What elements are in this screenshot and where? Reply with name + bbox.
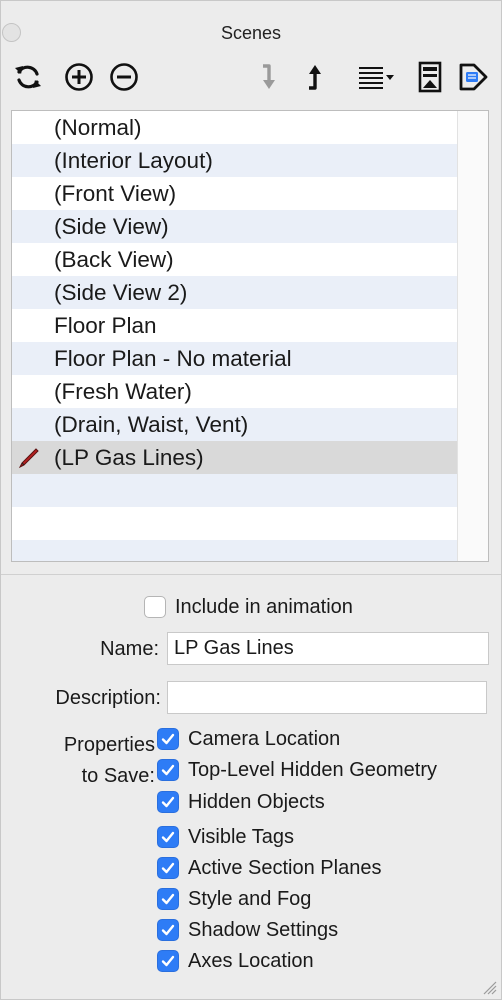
name-label: Name: bbox=[100, 638, 159, 660]
properties-label-line2: to Save: bbox=[81, 765, 155, 787]
checkbox-checked[interactable] bbox=[157, 888, 179, 910]
scene-item[interactable]: (Side View) bbox=[12, 210, 458, 243]
show-details-button[interactable] bbox=[413, 57, 447, 97]
camera-location-checkbox[interactable]: Camera Location bbox=[157, 727, 340, 751]
style-and-fog-label: Style and Fog bbox=[188, 888, 312, 910]
scene-item[interactable]: (Fresh Water) bbox=[12, 375, 458, 408]
active-section-planes-checkbox[interactable]: Active Section Planes bbox=[157, 856, 381, 880]
scene-item-label: (Side View 2) bbox=[54, 280, 188, 305]
scene-item-label: (Fresh Water) bbox=[54, 379, 192, 404]
hidden-objects-checkbox[interactable]: Hidden Objects bbox=[157, 790, 325, 814]
scenes-panel: Scenes (Normal) (Interior Layout) (Front… bbox=[0, 0, 502, 1000]
checkbox-checked[interactable] bbox=[157, 919, 179, 941]
checkmark-icon bbox=[161, 764, 175, 776]
scene-item[interactable]: (Drain, Waist, Vent) bbox=[12, 408, 458, 441]
include-animation-box[interactable] bbox=[144, 596, 166, 618]
scene-item-label: (Back View) bbox=[54, 247, 174, 272]
scene-item-label: (Front View) bbox=[54, 181, 177, 206]
description-field[interactable] bbox=[167, 681, 487, 714]
checkbox-checked[interactable] bbox=[157, 759, 179, 781]
remove-scene-button[interactable] bbox=[107, 57, 141, 97]
scene-item[interactable]: (Back View) bbox=[12, 243, 458, 276]
list-view-icon bbox=[359, 67, 394, 89]
scene-item-selected[interactable]: (LP Gas Lines) bbox=[12, 441, 458, 474]
scene-item[interactable]: (Normal) bbox=[12, 111, 458, 144]
toolbar bbox=[1, 57, 501, 101]
active-section-planes-label: Active Section Planes bbox=[188, 857, 382, 879]
shadow-settings-checkbox[interactable]: Shadow Settings bbox=[157, 918, 338, 942]
remove-icon bbox=[110, 63, 138, 91]
scene-item[interactable]: (Interior Layout) bbox=[12, 144, 458, 177]
move-down-icon bbox=[263, 64, 275, 89]
resize-grip-icon[interactable] bbox=[481, 979, 497, 995]
checkbox-checked[interactable] bbox=[157, 950, 179, 972]
scene-item-label: Floor Plan bbox=[54, 313, 157, 338]
scene-item[interactable]: Floor Plan - No material bbox=[12, 342, 458, 375]
empty-row bbox=[12, 507, 458, 540]
checkbox-checked[interactable] bbox=[157, 791, 179, 813]
scene-item-label: (Interior Layout) bbox=[54, 148, 213, 173]
empty-row bbox=[12, 474, 458, 507]
checkmark-icon bbox=[161, 831, 175, 843]
empty-row bbox=[12, 540, 458, 561]
refresh-button[interactable] bbox=[11, 57, 45, 97]
view-options-button[interactable] bbox=[356, 57, 398, 97]
properties-label-line1: Properties bbox=[63, 734, 155, 756]
hidden-objects-label: Hidden Objects bbox=[188, 791, 325, 813]
next-scene-icon bbox=[459, 63, 488, 91]
axes-location-checkbox[interactable]: Axes Location bbox=[157, 949, 314, 973]
scene-item-label: (Drain, Waist, Vent) bbox=[54, 412, 249, 437]
pencil-icon bbox=[18, 448, 39, 469]
add-scene-button[interactable] bbox=[62, 57, 96, 97]
scene-item-label: Floor Plan - No material bbox=[54, 346, 292, 371]
checkmark-icon bbox=[161, 796, 175, 808]
checkmark-icon bbox=[161, 893, 175, 905]
style-and-fog-checkbox[interactable]: Style and Fog bbox=[157, 887, 311, 911]
show-details-icon bbox=[418, 61, 442, 93]
top-level-hidden-geometry-checkbox[interactable]: Top-Level Hidden Geometry bbox=[157, 758, 437, 782]
top-level-hidden-geometry-label: Top-Level Hidden Geometry bbox=[188, 759, 438, 781]
description-label: Description: bbox=[55, 687, 161, 709]
scene-item[interactable]: (Front View) bbox=[12, 177, 458, 210]
window-title: Scenes bbox=[220, 23, 282, 43]
visible-tags-label: Visible Tags bbox=[188, 826, 294, 848]
scene-list-rows: (Normal) (Interior Layout) (Front View) … bbox=[12, 111, 458, 561]
camera-location-label: Camera Location bbox=[188, 728, 341, 750]
visible-tags-checkbox[interactable]: Visible Tags bbox=[157, 825, 294, 849]
checkmark-icon bbox=[161, 733, 175, 745]
checkmark-icon bbox=[161, 862, 175, 874]
move-scene-down-button[interactable] bbox=[250, 57, 284, 97]
include-animation-checkbox[interactable]: Include in animation bbox=[144, 595, 353, 619]
include-animation-label: Include in animation bbox=[175, 596, 353, 618]
checkbox-checked[interactable] bbox=[157, 728, 179, 750]
scene-list[interactable]: (Normal) (Interior Layout) (Front View) … bbox=[11, 110, 489, 562]
checkmark-icon bbox=[161, 924, 175, 936]
axes-location-label: Axes Location bbox=[188, 950, 314, 972]
scene-item-label: (LP Gas Lines) bbox=[54, 445, 204, 470]
checkbox-checked[interactable] bbox=[157, 857, 179, 879]
next-scene-button[interactable] bbox=[457, 57, 491, 97]
checkmark-icon bbox=[161, 955, 175, 967]
list-scrollbar[interactable] bbox=[457, 111, 488, 561]
scene-properties-form: Include in animation Name: LP Gas Lines … bbox=[1, 575, 501, 1000]
shadow-settings-label: Shadow Settings bbox=[188, 919, 339, 941]
name-field[interactable]: LP Gas Lines bbox=[167, 632, 489, 665]
add-icon bbox=[65, 63, 93, 91]
properties-to-save-label: Properties to Save: bbox=[41, 730, 155, 792]
move-scene-up-button[interactable] bbox=[296, 57, 330, 97]
scene-item[interactable]: (Side View 2) bbox=[12, 276, 458, 309]
refresh-icon bbox=[15, 65, 41, 89]
scene-item[interactable]: Floor Plan bbox=[12, 309, 458, 342]
move-up-icon bbox=[309, 65, 321, 90]
title-bar: Scenes bbox=[1, 1, 501, 45]
scene-item-label: (Side View) bbox=[54, 214, 169, 239]
scene-item-label: (Normal) bbox=[54, 115, 142, 140]
checkbox-checked[interactable] bbox=[157, 826, 179, 848]
